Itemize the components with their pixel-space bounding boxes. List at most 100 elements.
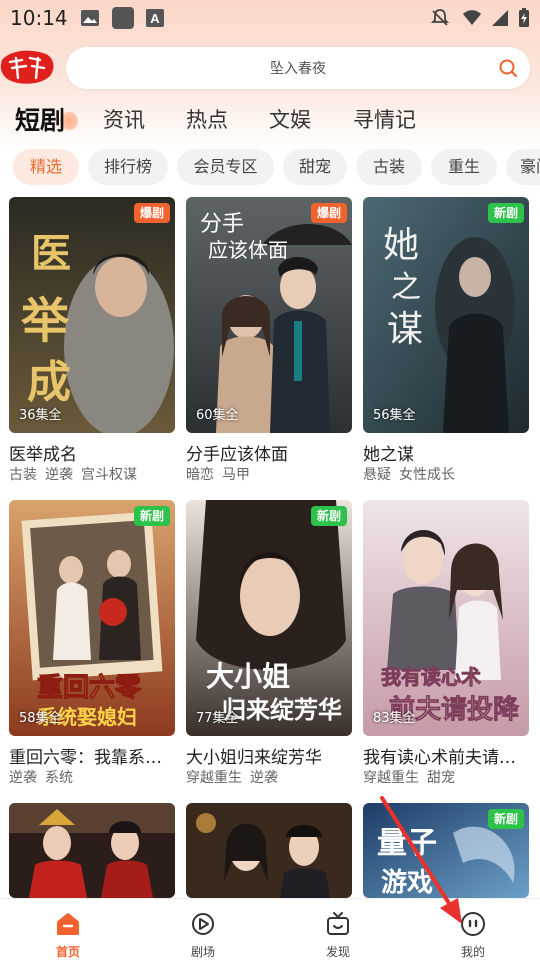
wifi-icon — [463, 10, 481, 25]
chip-featured[interactable]: 精选 — [13, 149, 79, 185]
nav-theater[interactable]: 剧场 — [163, 899, 243, 961]
episode-count: 58集全 — [19, 711, 62, 726]
profile-icon — [461, 912, 485, 936]
category-tabs: 短剧 资讯 热点 文娱 寻情记 — [0, 100, 540, 140]
nav-discover-label: 发现 — [325, 945, 350, 959]
episode-count: 36集全 — [19, 408, 62, 423]
tag: 宫斗权谋 — [81, 467, 137, 483]
episode-count: 60集全 — [196, 408, 239, 423]
tab-entertainment[interactable]: 文娱 — [269, 104, 311, 134]
new-badge: 新剧 — [310, 506, 347, 526]
svg-text:成: 成 — [27, 357, 71, 408]
poster-image: 她 之 谋 — [363, 197, 529, 433]
new-badge: 新剧 — [487, 809, 524, 829]
search-bar[interactable]: 坠入春夜 — [66, 47, 530, 89]
svg-text:医: 医 — [31, 230, 71, 277]
chip-wealthy[interactable]: 豪门 — [506, 149, 540, 185]
signal-icon — [492, 10, 508, 26]
svg-text:我有读心术: 我有读心术 — [381, 665, 481, 689]
poster[interactable]: 医 举 成 爆剧 36集全 — [9, 197, 175, 433]
poster-image — [186, 803, 352, 898]
theater-play-icon — [192, 913, 214, 935]
tag: 系统 — [45, 770, 73, 786]
tab-love-search[interactable]: 寻情记 — [353, 104, 416, 134]
poster-image: 大小姐 归来绽芳华 — [186, 500, 352, 736]
drama-title[interactable]: 重回六零：我靠系… — [9, 743, 175, 768]
poster[interactable] — [186, 803, 352, 898]
nav-home[interactable]: 首页 — [28, 899, 108, 961]
drama-tags: 穿越重生 逆袭 — [186, 767, 286, 787]
app-logo-icon[interactable] — [0, 46, 58, 88]
battery-icon — [519, 8, 529, 27]
svg-text:之: 之 — [391, 270, 421, 305]
tag: 逆袭 — [9, 770, 37, 786]
tab-short-drama[interactable]: 短剧 — [15, 101, 65, 137]
tag: 甜宠 — [427, 770, 455, 786]
tag: 逆袭 — [250, 770, 278, 786]
poster[interactable]: 她 之 谋 新剧 56集全 — [363, 197, 529, 433]
poster[interactable] — [9, 803, 175, 898]
poster-image: 医 举 成 — [9, 197, 175, 433]
drama-title[interactable]: 我有读心术前夫请… — [363, 743, 529, 768]
svg-text:重回六零: 重回六零 — [37, 673, 142, 703]
poster[interactable]: 我有读心术 前夫请投降 83集全 — [363, 500, 529, 736]
tag: 穿越重生 — [363, 770, 419, 786]
poster[interactable]: 量子 游戏 新剧 — [363, 803, 529, 898]
drama-title[interactable]: 她之谋 — [363, 440, 529, 465]
tag: 女性成长 — [399, 467, 455, 483]
episode-count: 77集全 — [196, 711, 239, 726]
gallery-icon — [81, 10, 99, 26]
nav-home-label: 首页 — [55, 945, 80, 959]
svg-text:分手: 分手 — [200, 212, 244, 237]
drama-title[interactable]: 医举成名 — [9, 440, 175, 465]
poster[interactable]: 分手 应该体面 爆剧 60集全 — [186, 197, 352, 433]
chip-sweet[interactable]: 甜宠 — [283, 149, 347, 185]
svg-text:应该体面: 应该体面 — [208, 238, 288, 262]
nav-discover[interactable]: 发现 — [298, 899, 378, 961]
tag: 悬疑 — [363, 467, 391, 483]
chip-vip[interactable]: 会员专区 — [177, 149, 274, 185]
drama-tags: 悬疑 女性成长 — [363, 464, 463, 484]
filter-chips: 精选 排行榜 会员专区 甜宠 古装 重生 豪门 — [0, 149, 540, 187]
poster-image — [9, 803, 175, 898]
hot-badge: 爆剧 — [133, 203, 170, 223]
drama-tags: 古装 逆袭 宫斗权谋 — [9, 464, 145, 484]
poster-image: 重回六零 系统娶媳妇 — [9, 500, 175, 736]
svg-text:大小姐: 大小姐 — [206, 660, 290, 693]
tag: 穿越重生 — [186, 770, 242, 786]
svg-text:谋: 谋 — [387, 309, 423, 350]
status-bar: 10:14 A — [0, 0, 540, 36]
chip-rebirth[interactable]: 重生 — [431, 149, 497, 185]
svg-text:游戏: 游戏 — [381, 868, 433, 898]
chip-costume[interactable]: 古装 — [356, 149, 422, 185]
episode-count: 83集全 — [373, 711, 416, 726]
app-notification-icon — [112, 7, 134, 29]
poster[interactable]: 大小姐 归来绽芳华 新剧 77集全 — [186, 500, 352, 736]
svg-text:举: 举 — [20, 293, 70, 349]
chip-ranking[interactable]: 排行榜 — [88, 149, 168, 185]
bottom-navigation: 首页 剧场 发现 我的 — [0, 898, 540, 961]
tag: 逆袭 — [45, 467, 73, 483]
svg-text:量子: 量子 — [377, 826, 437, 861]
hot-badge: 爆剧 — [310, 203, 347, 223]
drama-tags: 逆袭 系统 — [9, 767, 81, 787]
tab-news[interactable]: 资讯 — [103, 104, 145, 134]
tag: 马甲 — [222, 467, 250, 483]
poster-image: 分手 应该体面 — [186, 197, 352, 433]
new-badge: 新剧 — [133, 506, 170, 526]
nav-profile[interactable]: 我的 — [433, 899, 513, 961]
status-time: 10:14 — [10, 6, 68, 30]
search-placeholder: 坠入春夜 — [270, 61, 326, 77]
drama-title[interactable]: 大小姐归来绽芳华 — [186, 743, 352, 768]
text-notification-icon: A — [146, 9, 164, 27]
drama-title[interactable]: 分手应该体面 — [186, 440, 352, 465]
poster-image: 我有读心术 前夫请投降 — [363, 500, 529, 736]
svg-text:她: 她 — [383, 225, 419, 266]
new-badge: 新剧 — [487, 203, 524, 223]
poster[interactable]: 重回六零 系统娶媳妇 新剧 58集全 — [9, 500, 175, 736]
home-icon — [57, 913, 79, 935]
drama-tags: 穿越重生 甜宠 — [363, 767, 463, 787]
do-not-disturb-icon — [430, 9, 450, 26]
search-icon[interactable] — [498, 58, 518, 78]
tab-hot[interactable]: 热点 — [186, 104, 228, 134]
